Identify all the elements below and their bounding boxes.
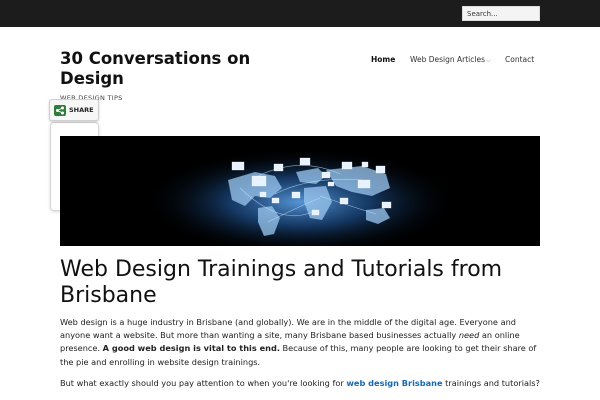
share-label: SHARE xyxy=(69,106,94,114)
bold-text: A good web design is vital to this end. xyxy=(102,343,280,354)
text-span: But what exactly should you pay attentio… xyxy=(60,378,347,388)
chevron-down-icon: ⌵ xyxy=(485,57,491,64)
share-icon xyxy=(54,105,66,116)
world-map-network-icon xyxy=(60,136,540,246)
nav-item-contact[interactable]: Contact xyxy=(505,55,534,64)
nav-item-label: Web Design Articles xyxy=(410,55,485,64)
top-bar: Search... xyxy=(0,0,600,27)
post-paragraph-2: But what exactly should you pay attentio… xyxy=(60,377,542,390)
search-input[interactable]: Search... xyxy=(462,6,540,21)
post-paragraph-1: Web design is a huge industry in Brisban… xyxy=(60,316,542,369)
hero-image xyxy=(60,136,540,246)
nav-item-home[interactable]: Home xyxy=(371,55,395,64)
text-span: trainings and tutorials? xyxy=(442,378,540,388)
share-button[interactable]: SHARE xyxy=(49,99,99,121)
text-span: Web design is a huge industry in Brisban… xyxy=(60,317,516,341)
emphasis-text: need xyxy=(458,330,480,341)
post-title: Web Design Trainings and Tutorials from … xyxy=(60,257,503,308)
nav-item-web-design-articles[interactable]: Web Design Articles⌵ xyxy=(410,55,491,65)
web-design-brisbane-link[interactable]: web design Brisbane xyxy=(346,378,442,388)
site-title[interactable]: 30 Conversations on Design xyxy=(60,49,290,89)
